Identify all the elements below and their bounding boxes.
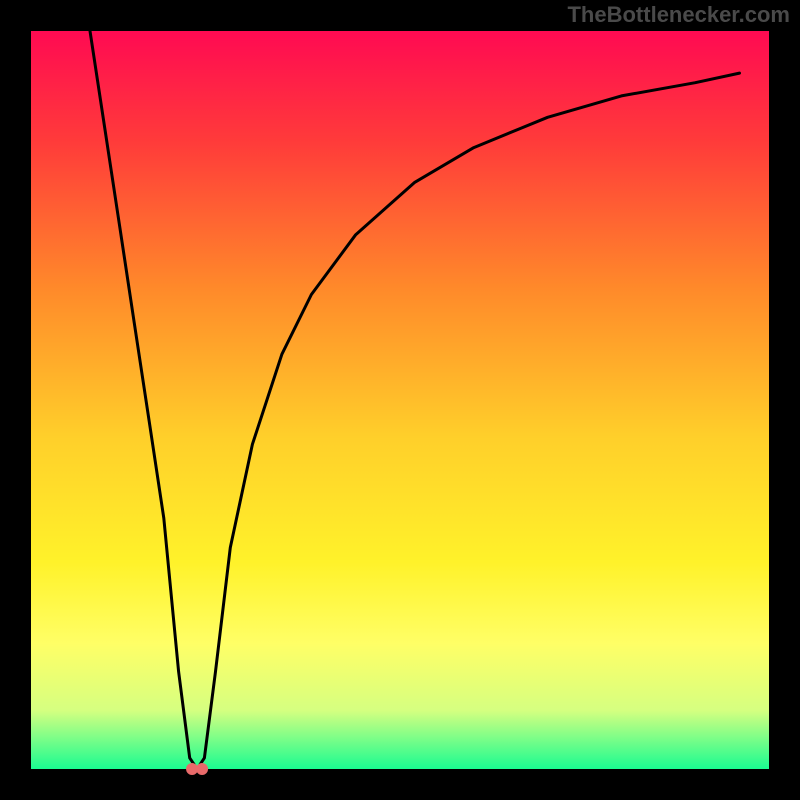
plot-area xyxy=(31,31,769,769)
optimum-dot xyxy=(196,763,208,775)
attribution-text: TheBottlenecker.com xyxy=(567,2,790,27)
bottleneck-chart: TheBottlenecker.com xyxy=(0,0,800,800)
